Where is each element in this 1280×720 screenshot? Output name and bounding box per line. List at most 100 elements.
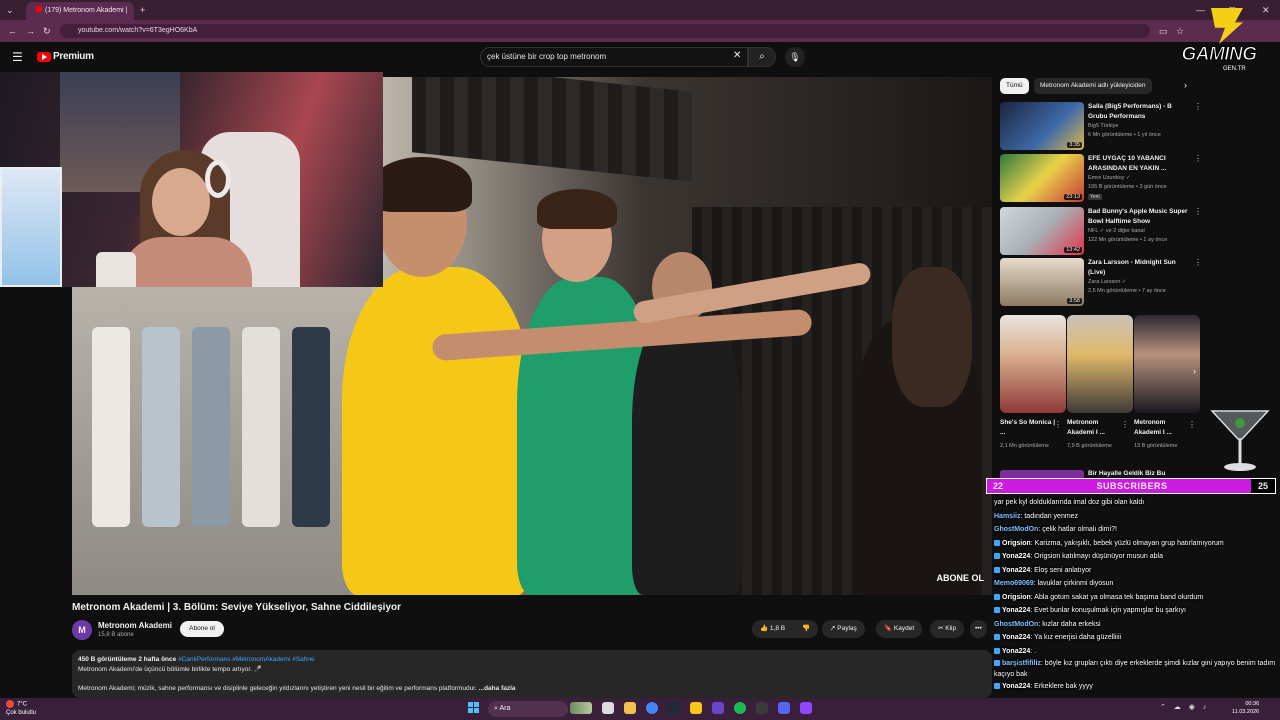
chat-badge-icon [994, 593, 1000, 600]
lightning-logo-icon [1211, 8, 1243, 44]
show-more-link[interactable]: ...daha fazla [479, 685, 516, 692]
search-input[interactable]: çek üstüne bir crop top metronom [480, 47, 748, 67]
more-options-icon[interactable]: ⋮ [1054, 420, 1062, 429]
task-view-icon[interactable] [602, 702, 614, 714]
steam-icon[interactable] [668, 702, 680, 714]
clothing-item [142, 327, 180, 527]
chrome-icon[interactable] [646, 702, 658, 714]
recommendation-meta: 195 B görüntüleme • 3 gün önce [1088, 184, 1167, 190]
recommendation-title[interactable]: Salla (Big5 Performans) - B Grubu Perfor… [1088, 102, 1188, 122]
like-count: 1,8 B [769, 625, 786, 632]
system-tray[interactable]: ⌃ ☁ ◉ ♪ [1160, 703, 1209, 711]
recommendation-title[interactable]: Bir Hayalle Geldik Biz Bu [1088, 470, 1165, 477]
more-options-icon[interactable]: ⋮ [1121, 420, 1129, 429]
app-icon[interactable] [712, 702, 724, 714]
chip-uploader[interactable]: Metronom Akademi adlı yükleyiciden [1034, 78, 1152, 94]
subscriber-goal-label: SUBSCRIBERS [1096, 481, 1168, 491]
more-options-icon[interactable]: ⋮ [1194, 258, 1202, 267]
video-thumbnail[interactable] [1000, 470, 1084, 478]
short-title[interactable]: Metronom Akademi I ... [1134, 418, 1192, 438]
more-options-icon[interactable]: ⋮ [1194, 207, 1202, 216]
short-thumbnail[interactable] [1000, 315, 1066, 413]
thumbs-down-icon: 👎 [802, 625, 811, 632]
browser-tab[interactable]: (179) Metronom Akademi | [26, 2, 134, 20]
video-clothing-rack [72, 287, 372, 595]
shorts-next-icon[interactable]: › [1193, 366, 1196, 376]
short-title[interactable]: She's So Monica | ... [1000, 418, 1058, 438]
new-tab-button[interactable]: + [140, 0, 145, 20]
more-actions-button[interactable]: ••• [970, 620, 987, 638]
save-button[interactable]: 🔖 Kaydet [876, 620, 923, 638]
youtube-logo-icon[interactable] [37, 52, 51, 62]
logo-subtext: GEN.TR [1223, 66, 1246, 72]
recommendation-item[interactable]: 23:13 EFE UYGAÇ 10 YABANCI ARASINDAN EN … [1000, 154, 1202, 202]
video-description[interactable]: 450 B görüntüleme 2 hafta önce #CanlıPer… [72, 650, 992, 698]
reload-icon[interactable]: ↻ [43, 21, 51, 41]
taskbar-clock[interactable]: 00:36 11.03.2026 [1232, 700, 1259, 716]
voice-search-button[interactable]: 🎙 [785, 47, 805, 67]
forward-icon[interactable]: → [26, 21, 35, 41]
martini-glass-icon [1210, 410, 1270, 471]
clip-button[interactable]: ✂ Klip [930, 620, 965, 638]
taskbar-widget-icon[interactable] [570, 702, 592, 714]
windows-start-button[interactable] [468, 702, 480, 714]
search-button[interactable]: ⌕ [748, 47, 776, 67]
chat-user: Origsion [1002, 593, 1031, 601]
chat-message: GhostModOn: kızlar daha erkeksi [994, 618, 1280, 632]
short-thumbnail[interactable] [1067, 315, 1133, 413]
short-thumbnail[interactable] [1134, 315, 1200, 413]
discord-icon[interactable] [778, 702, 790, 714]
more-options-icon[interactable]: ⋮ [1194, 154, 1202, 163]
recommendation-meta: 2,5 Mn görüntüleme • 7 ay önce [1088, 288, 1166, 294]
taskbar-search[interactable]: ⌕ Ara [488, 701, 568, 717]
clothing-item [92, 327, 130, 527]
recommendation-item[interactable]: 3:58 Zara Larsson - Midnight Sun (Live) … [1000, 258, 1202, 306]
app-icon[interactable] [690, 702, 702, 714]
recommendation-item[interactable]: 13:42 Bad Bunny's Apple Music Super Bowl… [1000, 207, 1202, 255]
chip-all[interactable]: Tümü [1000, 78, 1029, 94]
video-title: Metronom Akademi | 3. Bölüm: Seviye Yüks… [72, 602, 402, 613]
recommendation-channel[interactable]: Big5 Türkiye [1088, 123, 1118, 129]
obs-icon[interactable] [756, 702, 768, 714]
hashtags[interactable]: #CanlıPerformans #MetronomAkademi #Sahne [178, 656, 315, 663]
browser-tab-bar [0, 0, 1280, 20]
url-field[interactable]: youtube.com/watch?v=6T3egHO6KbA [60, 24, 1150, 38]
channel-avatar[interactable]: M [72, 620, 92, 640]
video-watermark: ABONE OL [936, 573, 984, 583]
video-thumbnail[interactable]: 13:42 [1000, 207, 1084, 255]
recommendation-channel[interactable]: Emre Uzunboy ✓ [1088, 175, 1131, 181]
tab-list-icon[interactable]: ⌄ [6, 0, 14, 20]
clock-time: 00:36 [1245, 701, 1260, 707]
hamburger-menu-icon[interactable]: ☰ [12, 50, 23, 64]
short-meta: 7,9 B görüntüleme [1067, 443, 1112, 449]
video-thumbnail[interactable]: 3:35 [1000, 102, 1084, 150]
file-explorer-icon[interactable] [624, 702, 636, 714]
recommendation-item[interactable]: 3:35 Salla (Big5 Performans) - B Grubu P… [1000, 102, 1202, 150]
chevron-right-icon[interactable]: › [1184, 80, 1187, 90]
dislike-button[interactable]: 👎 [794, 620, 818, 638]
twitch-icon[interactable] [800, 702, 812, 714]
share-button[interactable]: ↗ Paylaş [822, 620, 865, 638]
webcam-pc-case [0, 167, 62, 287]
recommendation-channel[interactable]: Zara Larsson ✓ [1088, 279, 1127, 285]
weather-widget[interactable]: 7°C Çok bulutlu [6, 700, 36, 717]
short-title[interactable]: Metronom Akademi I ... [1067, 418, 1125, 438]
person-hair [892, 267, 972, 407]
youtube-premium-label[interactable]: Premium [53, 51, 94, 62]
more-options-icon[interactable]: ⋮ [1194, 102, 1202, 111]
channel-name[interactable]: Metronom Akademi [98, 621, 172, 630]
more-options-icon[interactable]: ⋮ [1188, 420, 1196, 429]
person-yellow-jersey [342, 267, 532, 595]
recommendation-title[interactable]: Zara Larsson - Midnight Sun (Live) [1088, 258, 1188, 278]
chat-message: barşistfifiliz: böyle kız grupları çıktı… [994, 658, 1280, 680]
back-icon[interactable]: ← [8, 21, 17, 41]
spotify-icon[interactable] [734, 702, 746, 714]
recommendation-title[interactable]: EFE UYGAÇ 10 YABANCI ARASINDAN EN YAKIN … [1088, 154, 1188, 174]
recommendation-channel[interactable]: NFL ✓ ve 2 diğer kanal [1088, 228, 1145, 234]
subscribe-button[interactable]: Abone ol [180, 621, 224, 637]
video-thumbnail[interactable]: 23:13 [1000, 154, 1084, 202]
recommendation-title[interactable]: Bad Bunny's Apple Music Super Bowl Halft… [1088, 207, 1188, 227]
video-thumbnail[interactable]: 3:58 [1000, 258, 1084, 306]
clear-search-icon[interactable]: ✕ [733, 50, 741, 61]
search-icon: ⌕ [759, 51, 765, 62]
